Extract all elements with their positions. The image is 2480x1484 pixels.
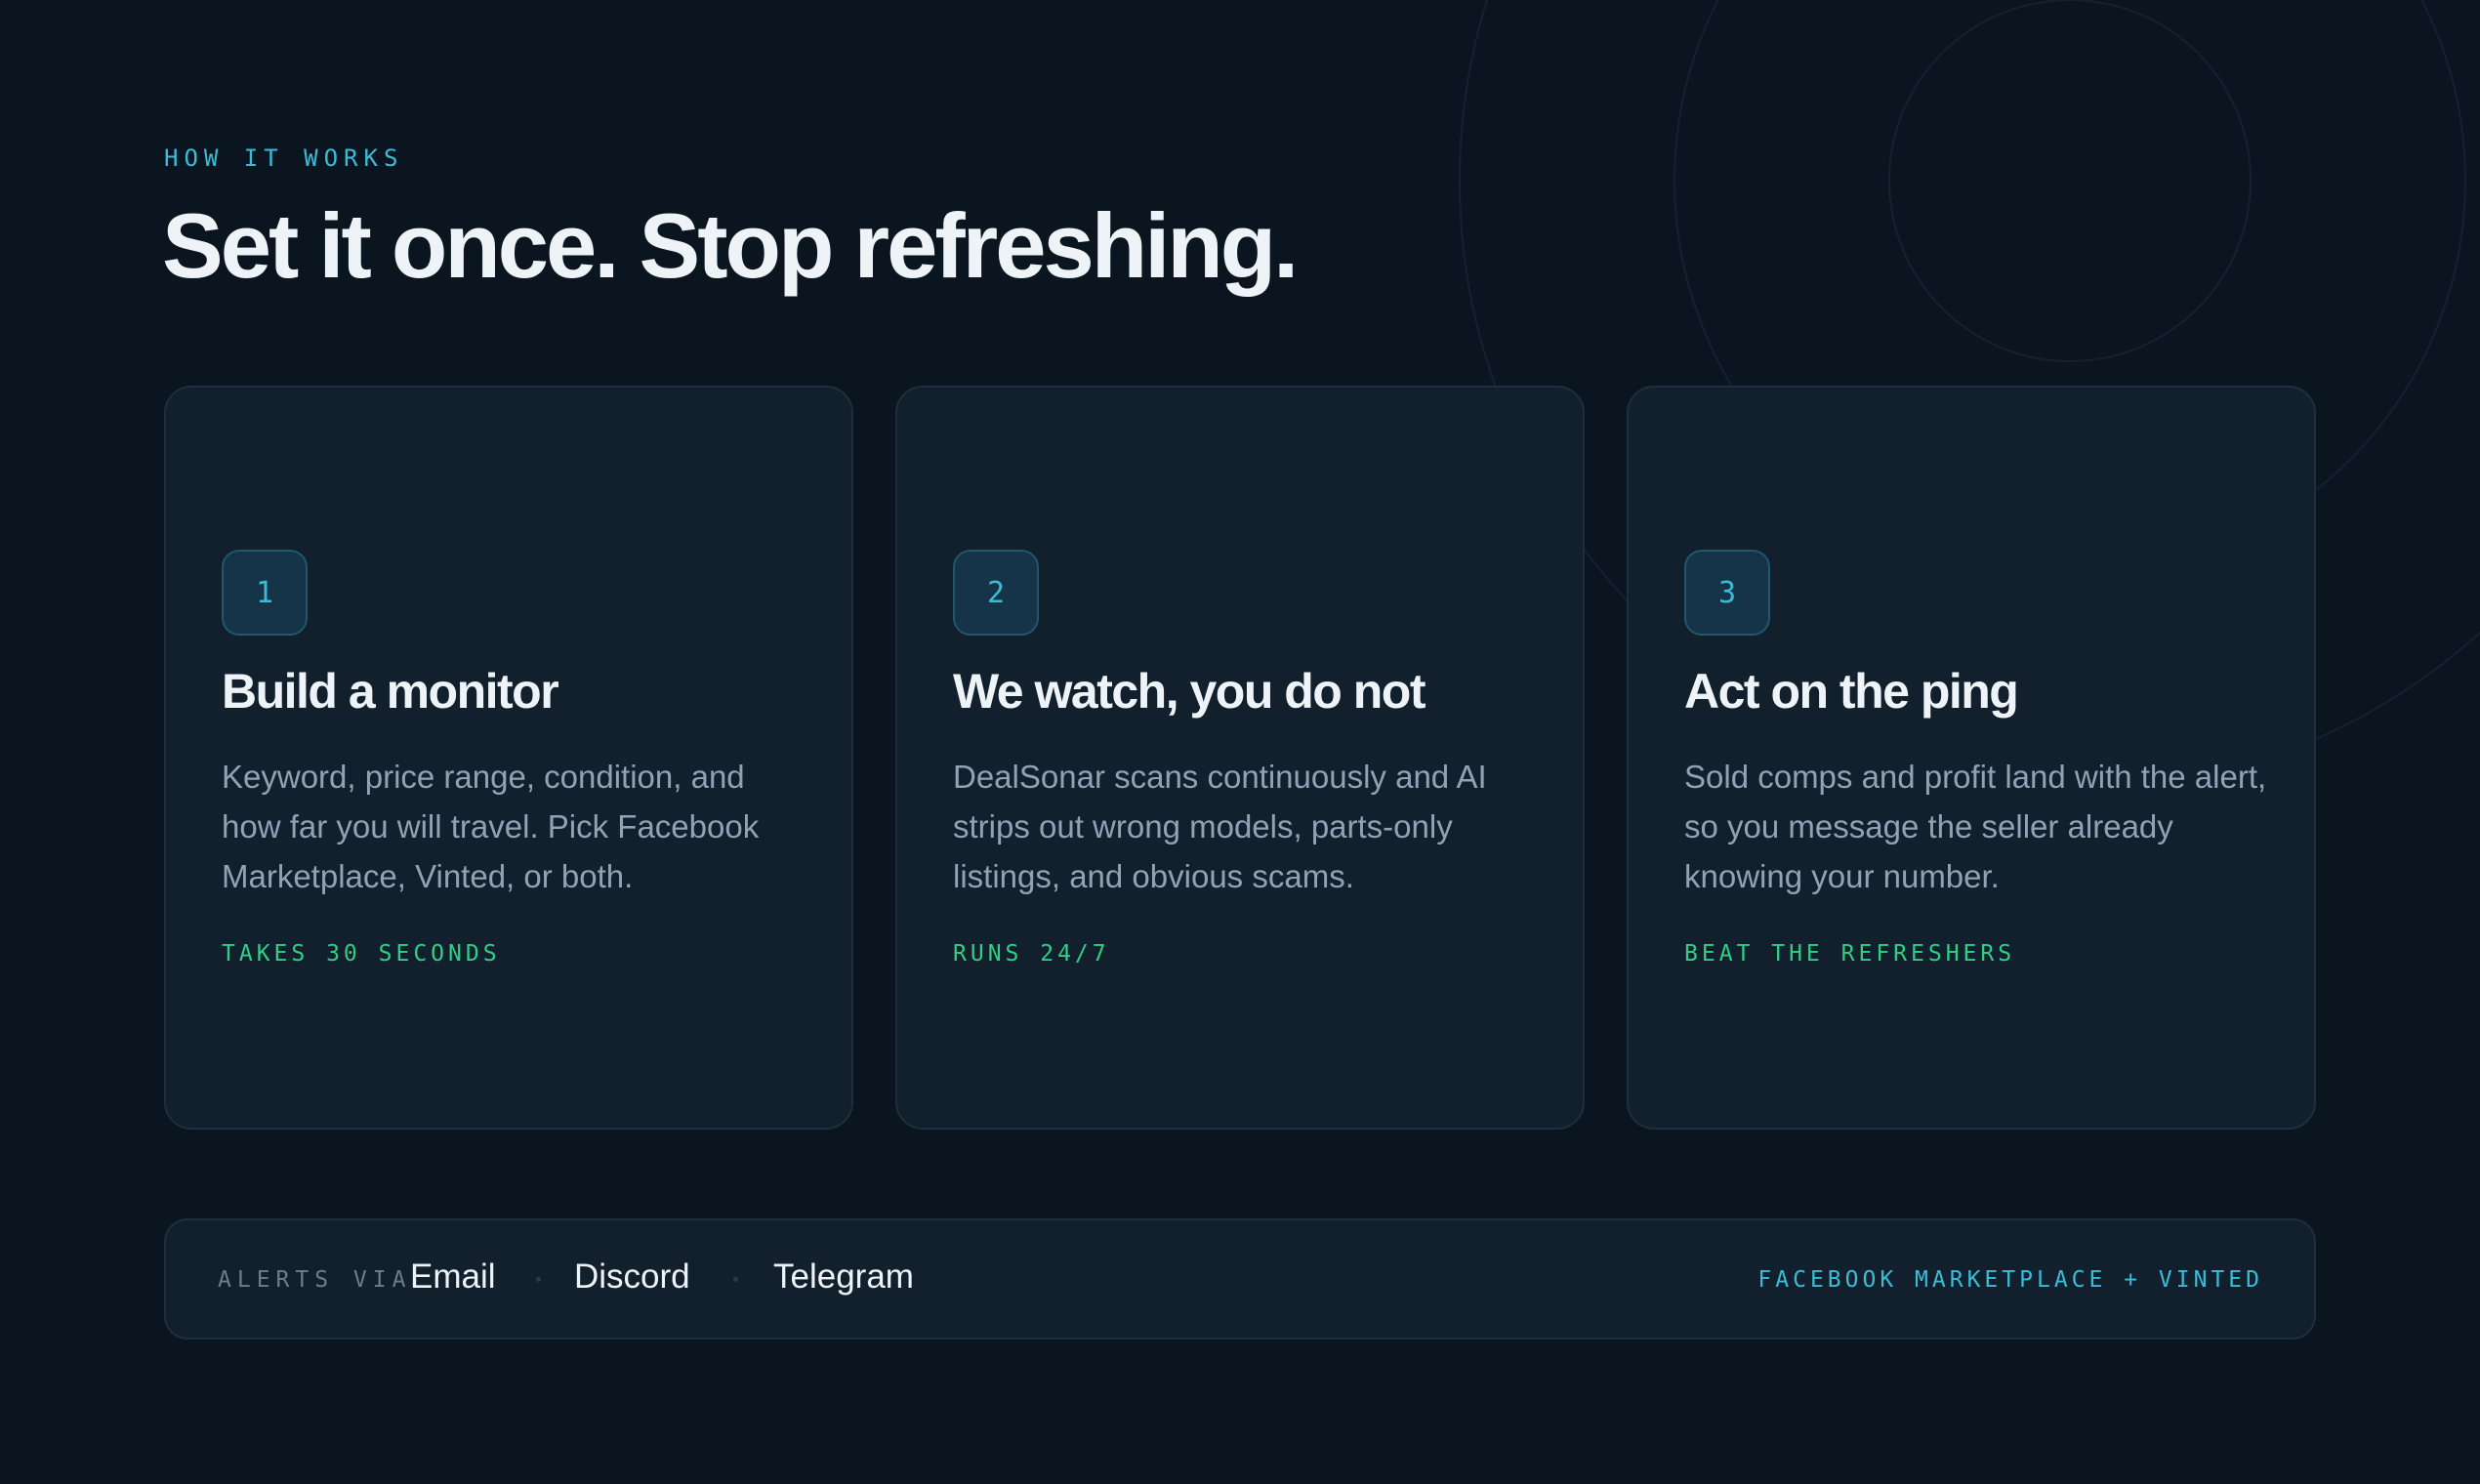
step-title: We watch, you do not [953, 664, 1426, 719]
how-it-works-section: HOW IT WORKS Set it once. Stop refreshin… [0, 0, 2480, 1484]
channel-email: Email [410, 1257, 496, 1296]
step-tag: RUNS 24/7 [953, 941, 1110, 967]
channel-discord: Discord [574, 1257, 690, 1296]
step-card-3: 3 Act on the ping Sold comps and profit … [1627, 386, 2316, 1130]
channel-separator [733, 1277, 738, 1282]
platforms-label: FACEBOOK MARKETPLACE + VINTED [1757, 1267, 2263, 1293]
step-number-badge: 1 [222, 550, 308, 636]
channel-separator [536, 1277, 541, 1282]
step-description: Keyword, price range, condition, and how… [222, 759, 760, 894]
channel-telegram: Telegram [773, 1257, 914, 1296]
section-eyebrow: HOW IT WORKS [164, 144, 404, 172]
step-description: DealSonar scans continuously and AI stri… [953, 759, 1487, 894]
step-tag: BEAT THE REFRESHERS [1684, 941, 2016, 967]
step-card-1: 1 Build a monitor Keyword, price range, … [164, 386, 853, 1130]
step-description: Sold comps and profit land with the aler… [1684, 759, 2267, 894]
step-number-badge: 2 [953, 550, 1039, 636]
step-title: Act on the ping [1684, 664, 2019, 719]
step-title: Build a monitor [222, 664, 559, 719]
step-number-badge: 3 [1684, 550, 1770, 636]
step-card-2: 2 We watch, you do not DealSonar scans c… [895, 386, 1585, 1130]
steps-grid: 1 Build a monitor Keyword, price range, … [164, 386, 2316, 1130]
alerts-bar: ALERTS VIA Email Discord Telegram FACEBO… [164, 1218, 2316, 1340]
section-headline: Set it once. Stop refreshing. [162, 194, 1299, 297]
alerts-via-label: ALERTS VIA [218, 1267, 412, 1293]
step-tag: TAKES 30 SECONDS [222, 941, 501, 967]
